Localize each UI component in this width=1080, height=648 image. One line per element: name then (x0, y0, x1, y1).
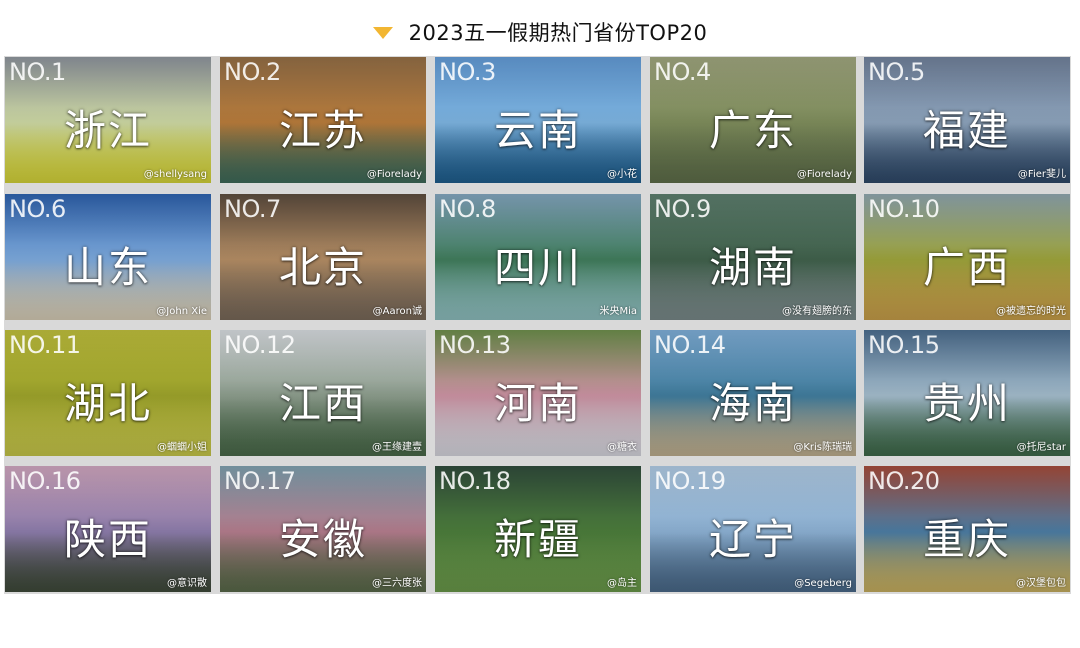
province-tile[interactable]: NO.20 重庆 @汉堡包包 (864, 466, 1070, 592)
photo-credit: @被遗忘的时光 (996, 306, 1066, 317)
photo-credit: @王缘建壹 (372, 442, 422, 453)
tile-rank: NO.10 (868, 195, 940, 223)
photo-credit: @小花 (607, 169, 637, 180)
province-name: 福建 (922, 106, 1011, 155)
province-tile[interactable]: NO.1 浙江 @shellysang (5, 57, 211, 183)
photo-credit: @shellysang (143, 169, 207, 180)
tile-rank: NO.7 (224, 195, 281, 223)
tile-rank: NO.14 (654, 331, 726, 359)
tile-rank: NO.3 (439, 58, 496, 86)
photo-credit: @Aaron诚 (372, 306, 422, 317)
tile-rank: NO.1 (9, 58, 66, 86)
province-name: 河南 (493, 379, 582, 428)
tile-rank: NO.6 (9, 195, 66, 223)
province-tile[interactable]: NO.14 海南 @Kris陈瑞瑞 (650, 330, 856, 456)
photo-credit: @Fiorelady (796, 169, 852, 180)
province-grid: NO.1 浙江 @shellysang NO.2 江苏 @Fiorelady NO.3 云南 @… (4, 56, 1071, 594)
photo-credit: 米央Mia (599, 306, 637, 317)
photo-credit: @Segeberg (794, 578, 852, 589)
province-name: 安徽 (278, 515, 367, 564)
province-tile[interactable]: NO.11 湖北 @蝈蝈小姐 (5, 330, 211, 456)
province-name: 湖北 (63, 379, 152, 428)
province-tile[interactable]: NO.4 广东 @Fiorelady (650, 57, 856, 183)
province-name: 贵州 (922, 379, 1011, 428)
photo-credit: @Fier斐儿 (1017, 169, 1066, 180)
photo-credit: @Kris陈瑞瑞 (793, 442, 852, 453)
photo-credit: @蝈蝈小姐 (157, 442, 207, 453)
tile-rank: NO.8 (439, 195, 496, 223)
tile-rank: NO.20 (868, 467, 940, 495)
photo-credit: @Fiorelady (366, 169, 422, 180)
photo-credit: @三六度张 (372, 578, 422, 589)
tile-rank: NO.4 (654, 58, 711, 86)
province-name: 浙江 (63, 106, 152, 155)
province-tile[interactable]: NO.9 湖南 @没有翅膀的东 (650, 194, 856, 320)
photo-credit: @汉堡包包 (1016, 578, 1066, 589)
province-name: 山东 (63, 243, 152, 292)
province-name: 四川 (493, 243, 582, 292)
province-name: 江西 (278, 379, 367, 428)
province-tile[interactable]: NO.13 河南 @糖衣 (435, 330, 641, 456)
tile-rank: NO.11 (9, 331, 81, 359)
province-name: 重庆 (922, 515, 1011, 564)
photo-credit: @岛主 (607, 578, 637, 589)
page-header: 2023五一假期热门省份TOP20 (0, 14, 1080, 50)
tile-rank: NO.16 (9, 467, 81, 495)
province-name: 北京 (278, 243, 367, 292)
province-name: 湖南 (708, 243, 797, 292)
province-name: 广东 (708, 106, 797, 155)
province-tile[interactable]: NO.17 安徽 @三六度张 (220, 466, 426, 592)
photo-credit: @John Xie (156, 306, 207, 317)
tile-rank: NO.2 (224, 58, 281, 86)
province-tile[interactable]: NO.16 陕西 @意识散 (5, 466, 211, 592)
province-tile[interactable]: NO.12 江西 @王缘建壹 (220, 330, 426, 456)
province-name: 陕西 (63, 515, 152, 564)
province-tile[interactable]: NO.7 北京 @Aaron诚 (220, 194, 426, 320)
tile-rank: NO.5 (868, 58, 925, 86)
province-tile[interactable]: NO.15 贵州 @托尼star (864, 330, 1070, 456)
province-name: 新疆 (493, 515, 582, 564)
photo-credit: @没有翅膀的东 (782, 306, 852, 317)
photo-credit: @糖衣 (607, 442, 637, 453)
tile-rank: NO.18 (439, 467, 511, 495)
province-tile[interactable]: NO.5 福建 @Fier斐儿 (864, 57, 1070, 183)
tile-rank: NO.17 (224, 467, 296, 495)
province-name: 辽宁 (708, 515, 797, 564)
province-name: 广西 (922, 243, 1011, 292)
province-tile[interactable]: NO.2 江苏 @Fiorelady (220, 57, 426, 183)
tile-rank: NO.15 (868, 331, 940, 359)
photo-credit: @托尼star (1016, 442, 1066, 453)
province-tile[interactable]: NO.3 云南 @小花 (435, 57, 641, 183)
province-name: 江苏 (278, 106, 367, 155)
province-tile[interactable]: NO.19 辽宁 @Segeberg (650, 466, 856, 592)
tile-rank: NO.13 (439, 331, 511, 359)
photo-credit: @意识散 (167, 578, 207, 589)
page-title: 2023五一假期热门省份TOP20 (408, 21, 708, 45)
province-tile[interactable]: NO.10 广西 @被遗忘的时光 (864, 194, 1070, 320)
province-tile[interactable]: NO.6 山东 @John Xie (5, 194, 211, 320)
tile-rank: NO.19 (654, 467, 726, 495)
province-tile[interactable]: NO.18 新疆 @岛主 (435, 466, 641, 592)
triangle-down-icon (372, 27, 393, 39)
province-tile[interactable]: NO.8 四川米央Mia (435, 194, 641, 320)
tile-rank: NO.12 (224, 331, 296, 359)
province-name: 云南 (493, 106, 582, 155)
province-name: 海南 (708, 379, 797, 428)
tile-rank: NO.9 (654, 195, 711, 223)
